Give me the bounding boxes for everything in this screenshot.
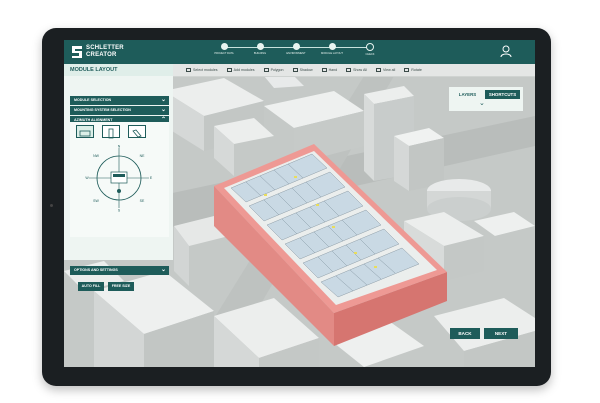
compass-w-label: W <box>85 176 89 180</box>
tool-label: Show All <box>353 68 367 72</box>
app-header: SCHLETTER CREATOR PROJECT DATA BUILDING … <box>64 40 535 64</box>
brand-product: CREATOR <box>86 51 117 58</box>
hand-icon <box>321 68 327 72</box>
tool-label: Shadow <box>299 68 313 72</box>
compass-n-label: N <box>118 145 121 149</box>
step-dot <box>292 43 300 50</box>
tool-label: View all <box>382 68 396 72</box>
step-label: ENVIRONMENT <box>286 52 306 55</box>
tilted-icon <box>132 129 142 138</box>
step-check[interactable]: CHECK <box>350 43 390 56</box>
compass-ne-label: NE <box>140 154 146 158</box>
tool-polygon[interactable]: Polygon <box>263 68 284 72</box>
accordion-label: MOUNTING SYSTEM SELECTION <box>74 108 131 112</box>
step-dot <box>328 43 336 50</box>
add-icon <box>226 68 232 72</box>
brand-logo[interactable]: SCHLETTER CREATOR <box>72 44 132 60</box>
free-size-button[interactable]: FREE SIZE <box>108 282 134 291</box>
module-layout-panel: MODULE SELECTION ⌄ MOUNTING SYSTEM SELEC… <box>64 76 173 291</box>
compass-s-label: S <box>118 209 121 213</box>
step-label: BUILDING <box>253 52 267 55</box>
compass-e-label: E <box>150 176 153 180</box>
progress-stepper: PROJECT DATA BUILDING ENVIRONMENT MODULE… <box>214 40 384 64</box>
tool-shadow[interactable]: Shadow <box>292 68 313 72</box>
orientation-portrait-button[interactable] <box>102 125 120 139</box>
accordion-label: OPTIONS AND SETTINGS <box>74 268 118 272</box>
tool-label: Hand <box>328 68 338 72</box>
step-environment[interactable]: ENVIRONMENT <box>276 43 316 55</box>
compass-sw-label: SW <box>93 199 99 203</box>
brand-name: SCHLETTER <box>86 45 124 51</box>
step-building[interactable]: BUILDING <box>240 43 280 55</box>
panel-title: MODULE LAYOUT <box>64 64 173 76</box>
tool-add-modules[interactable]: Add modules <box>226 68 255 72</box>
tool-hand[interactable]: Hand <box>321 68 338 72</box>
orientation-landscape-button[interactable] <box>76 125 94 138</box>
accordion-module-selection[interactable]: MODULE SELECTION ⌄ <box>70 96 169 105</box>
tablet-camera <box>50 204 53 207</box>
show-all-icon <box>346 68 352 72</box>
view-all-icon <box>375 68 381 72</box>
azimuth-compass[interactable]: N NE E SE S SW W NW <box>85 144 153 213</box>
tool-label: Select modules <box>193 68 218 72</box>
compass-nw-label: NW <box>93 154 100 158</box>
step-project-data[interactable]: PROJECT DATA <box>204 43 244 55</box>
step-label: CHECK <box>365 53 375 56</box>
back-button[interactable]: BACK <box>450 328 480 339</box>
orientation-tilted-button[interactable] <box>128 125 146 138</box>
accordion-options-settings[interactable]: OPTIONS AND SETTINGS ⌄ <box>70 266 169 275</box>
step-dot <box>220 43 228 50</box>
auto-fill-button[interactable]: AUTO FILL <box>78 282 104 291</box>
accordion-mounting-system[interactable]: MOUNTING SYSTEM SELECTION ⌄ <box>70 106 169 115</box>
step-dot <box>366 43 374 51</box>
next-button[interactable]: NEXT <box>484 328 518 339</box>
chevron-down-icon[interactable]: ⌄ <box>479 99 485 107</box>
azimuth-body: N NE E SE S SW W NW <box>70 122 169 237</box>
step-dot <box>256 43 264 50</box>
tool-rotate[interactable]: Rotate <box>404 68 422 72</box>
user-icon[interactable] <box>500 45 512 58</box>
select-icon <box>186 68 191 72</box>
portrait-icon <box>108 128 114 139</box>
app-screen: SCHLETTER CREATOR PROJECT DATA BUILDING … <box>64 40 535 367</box>
city-building <box>394 128 444 191</box>
accordion-label: MODULE SELECTION <box>74 98 112 102</box>
compass-se-label: SE <box>140 199 145 203</box>
tool-label: Polygon <box>270 68 284 72</box>
tool-group: Select modules Add modules Polygon Shado… <box>186 64 422 76</box>
tool-show-all[interactable]: Show All <box>346 68 367 72</box>
step-module-layout[interactable]: MODULE LAYOUT <box>312 43 352 55</box>
tool-view-all[interactable]: View all <box>375 68 396 72</box>
step-label: PROJECT DATA <box>214 52 234 55</box>
landscape-icon <box>79 130 91 137</box>
shortcuts-tab[interactable]: SHORTCUTS <box>485 90 520 99</box>
layers-tab[interactable]: LAYERS <box>452 90 483 99</box>
polygon-icon <box>263 68 269 72</box>
chevron-down-icon: ⌄ <box>160 107 166 113</box>
tool-select-modules[interactable]: Select modules <box>186 68 218 72</box>
chevron-down-icon: ⌄ <box>160 267 166 273</box>
schletter-logo-icon <box>72 46 82 58</box>
shadow-icon <box>292 68 298 72</box>
chevron-down-icon: ⌄ <box>160 97 166 103</box>
tool-label: Rotate <box>411 68 422 72</box>
rotate-icon <box>404 68 410 72</box>
step-label: MODULE LAYOUT <box>320 52 343 55</box>
tool-label: Add modules <box>233 68 255 72</box>
layers-shortcuts-panel: LAYERS SHORTCUTS ⌄ <box>449 87 523 111</box>
